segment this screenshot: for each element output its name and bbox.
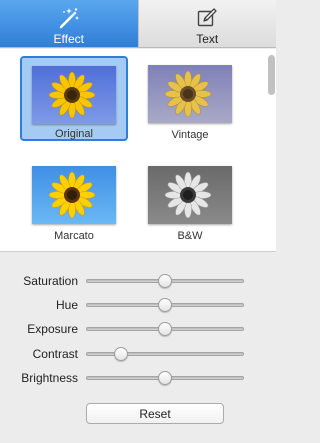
hue-slider[interactable] [86,297,244,313]
filter-original-label: Original [55,128,93,140]
scrollbar-thumb[interactable] [268,55,275,95]
exposure-row: Exposure [0,317,276,341]
slider-knob[interactable] [158,274,172,288]
contrast-slider[interactable] [86,346,244,362]
slider-knob[interactable] [113,347,128,361]
filter-original[interactable]: Original [20,56,128,141]
contrast-label: Contrast [32,347,78,361]
filter-marcato[interactable]: Marcato [20,157,128,242]
exposure-slider[interactable] [86,321,244,337]
filter-grid-scrollbar[interactable] [268,53,275,248]
slider-knob[interactable] [158,322,172,336]
tab-bar: Effect Text [0,0,276,48]
edit-text-icon [195,6,219,30]
filter-bw[interactable]: B&W [136,157,244,242]
filter-bw-thumbnail [148,166,232,224]
filter-original-thumbnail [32,66,116,124]
brightness-slider[interactable] [86,370,244,386]
filter-bw-label: B&W [177,230,203,242]
filter-grid: Original Vintage Marcato B&W [0,49,276,252]
hue-row: Hue [0,293,276,317]
tab-effect[interactable]: Effect [0,0,138,47]
tab-effect-label: Effect [53,32,84,46]
saturation-slider[interactable] [86,273,244,289]
saturation-row: Saturation [0,269,276,293]
reset-button[interactable]: Reset [86,403,224,424]
filter-vintage[interactable]: Vintage [136,56,244,141]
slider-track [86,352,244,356]
tab-text-label: Text [196,32,219,46]
magic-wand-icon [57,6,81,30]
filter-vintage-label: Vintage [171,129,209,141]
hue-label: Hue [55,298,78,312]
slider-knob[interactable] [158,298,172,312]
tab-text[interactable]: Text [137,0,276,47]
brightness-label: Brightness [21,371,78,385]
filter-vintage-thumbnail [148,65,232,123]
slider-knob[interactable] [158,371,172,385]
contrast-row: Contrast [0,342,276,366]
filter-marcato-label: Marcato [54,230,94,242]
filter-marcato-thumbnail [32,166,116,224]
brightness-row: Brightness [0,366,276,390]
exposure-label: Exposure [27,322,78,336]
saturation-label: Saturation [23,274,78,288]
